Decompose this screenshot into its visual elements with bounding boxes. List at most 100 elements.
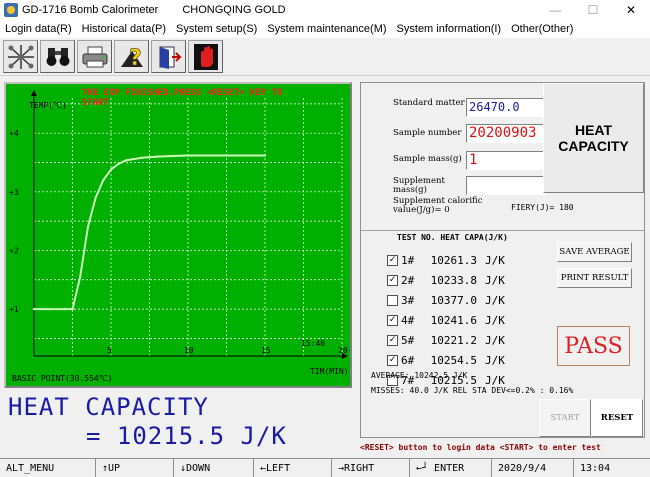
supplement-mass-field[interactable] <box>466 176 546 195</box>
test-row: ✓ 2# 10233.8 J/K <box>387 271 505 289</box>
average-text: AVERAGE: 10242.5 J/K <box>371 371 468 380</box>
status-alt-menu: ALT_MENU <box>0 459 96 477</box>
heat-capacity-button[interactable]: HEAT CAPACITY <box>543 83 644 193</box>
test-list-header: TEST NO. HEAT CAPA(J/K) <box>397 233 508 242</box>
supplement-mass-label: Supplement mass(g) <box>393 176 445 195</box>
temperature-data-point <box>63 307 66 311</box>
temperature-data-point <box>156 155 159 158</box>
printer-icon <box>82 46 107 67</box>
status-left: ←LEFT <box>254 459 332 477</box>
stop-hand-icon <box>193 43 218 70</box>
test-checkbox[interactable] <box>387 294 398 306</box>
sample-info-section: Standard matter 26470.0 Sample number 20… <box>361 83 644 231</box>
binoculars-icon <box>46 47 69 66</box>
menu-system-setup[interactable]: System setup(S) <box>171 23 262 35</box>
close-button[interactable]: ✕ <box>612 0 650 20</box>
test-row: 3# 10377.0 J/K <box>387 291 505 309</box>
print-result-button[interactable]: PRINT RESULT <box>557 268 632 288</box>
network-icon <box>7 44 34 69</box>
sample-mass-label: Sample mass(g) <box>393 154 462 164</box>
standard-matter-label: Standard matter <box>393 98 465 108</box>
temperature-data-point <box>102 178 105 182</box>
test-unit: J/K <box>485 353 505 367</box>
test-value: 10254.5 <box>430 353 477 367</box>
menu-other[interactable]: Other(Other) <box>506 23 578 35</box>
temperature-data-point <box>48 307 51 311</box>
test-checkbox[interactable]: ✓ <box>387 274 398 286</box>
menu-historical-data[interactable]: Historical data(P) <box>77 23 171 35</box>
y-tick-label: +2 <box>9 246 19 255</box>
y-tick-label: +3 <box>9 188 19 197</box>
menu-system-maintenance[interactable]: System maintenance(M) <box>262 23 391 35</box>
test-unit: J/K <box>485 293 505 307</box>
test-number: 1# <box>401 253 415 267</box>
temperature-data-point <box>125 158 128 162</box>
y-tick-label: +4 <box>9 129 19 138</box>
reset-button[interactable]: RESET <box>591 399 643 437</box>
toolbar: ? <box>0 38 650 76</box>
status-up: ↑UP <box>96 459 174 477</box>
temperature-data-point <box>140 156 143 160</box>
y-axis-label: TEMP(℃) <box>29 101 67 110</box>
fiery-value: FIERY(J)= 180 <box>511 203 574 212</box>
test-number: 5# <box>401 333 415 347</box>
company-name: CHONGQING GOLD <box>182 4 286 16</box>
minimize-button[interactable]: — <box>536 0 574 20</box>
sample-mass-field[interactable]: 1 <box>466 151 546 170</box>
heat-capacity-title: HEAT CAPACITY <box>8 393 209 421</box>
title-bar: GD-1716 Bomb Calorimeter CHONGQING GOLD … <box>0 0 650 20</box>
pass-indicator: PASS <box>557 326 630 366</box>
stop-button[interactable] <box>188 40 223 73</box>
maximize-button[interactable]: ☐ <box>574 0 612 20</box>
status-time: 13:04 <box>580 462 611 474</box>
help-button[interactable]: ? <box>114 40 149 73</box>
test-unit: J/K <box>485 333 505 347</box>
test-checkbox[interactable]: ✓ <box>387 334 398 346</box>
temperature-data-point <box>217 154 220 157</box>
temperature-data-point <box>86 225 90 229</box>
sample-number-field[interactable]: 20200903 <box>466 124 546 143</box>
print-button[interactable] <box>77 40 112 73</box>
search-button[interactable] <box>40 40 75 73</box>
save-average-button[interactable]: SAVE AVERAGE <box>557 242 632 262</box>
chart-banner-line2: START <box>82 98 110 108</box>
x-tick-label: 5 <box>107 346 112 355</box>
test-number: 4# <box>401 313 415 327</box>
standard-matter-field[interactable]: 26470.0 <box>466 98 546 117</box>
temperature-data-point <box>94 196 97 199</box>
temperature-data-point <box>109 168 113 171</box>
status-down: ↓DOWN <box>174 459 254 477</box>
test-number: 2# <box>401 273 415 287</box>
svg-text:?: ? <box>129 46 142 71</box>
test-value: 10221.2 <box>430 333 477 347</box>
test-row: ✓ 5# 10221.2 J/K <box>387 331 505 349</box>
x-tick-label: 10 <box>184 346 194 355</box>
window-title: GD-1716 Bomb Calorimeter <box>22 4 159 16</box>
test-row: ✓ 6# 10254.5 J/K <box>387 351 505 369</box>
app-icon <box>4 3 18 17</box>
chart-svg: THE EXP FINISHED,PRESS <RESET> KEY TO ST… <box>9 88 349 383</box>
test-checkbox[interactable]: ✓ <box>387 254 398 266</box>
x-tick-label: 15 <box>261 346 271 355</box>
temperature-data-point <box>202 154 205 157</box>
test-row: ✓ 4# 10241.6 J/K <box>387 311 505 329</box>
temperature-data-point <box>186 154 190 157</box>
y-axis-arrow <box>31 90 37 96</box>
menu-login-data[interactable]: Login data(R) <box>0 23 77 35</box>
test-checkbox[interactable]: ✓ <box>387 354 398 366</box>
help-icon: ? <box>120 45 143 71</box>
network-button[interactable] <box>3 40 38 73</box>
sample-number-label: Sample number <box>393 128 462 138</box>
test-value: 10377.0 <box>430 293 477 307</box>
temperature-data-point <box>79 275 82 279</box>
hint-text: <RESET> button to login data <START> to … <box>360 443 601 452</box>
test-checkbox[interactable]: ✓ <box>387 314 398 326</box>
temperature-chart: THE EXP FINISHED,PRESS <RESET> KEY TO ST… <box>4 82 352 388</box>
result-panel: Standard matter 26470.0 Sample number 20… <box>360 82 645 438</box>
test-row: ✓ 1# 10261.3 J/K <box>387 251 505 269</box>
test-value: 10261.3 <box>430 253 477 267</box>
time-readout: 15:40 <box>301 339 325 348</box>
start-button[interactable]: START <box>539 399 591 437</box>
exit-button[interactable] <box>151 40 186 73</box>
menu-system-information[interactable]: System information(I) <box>392 23 507 35</box>
